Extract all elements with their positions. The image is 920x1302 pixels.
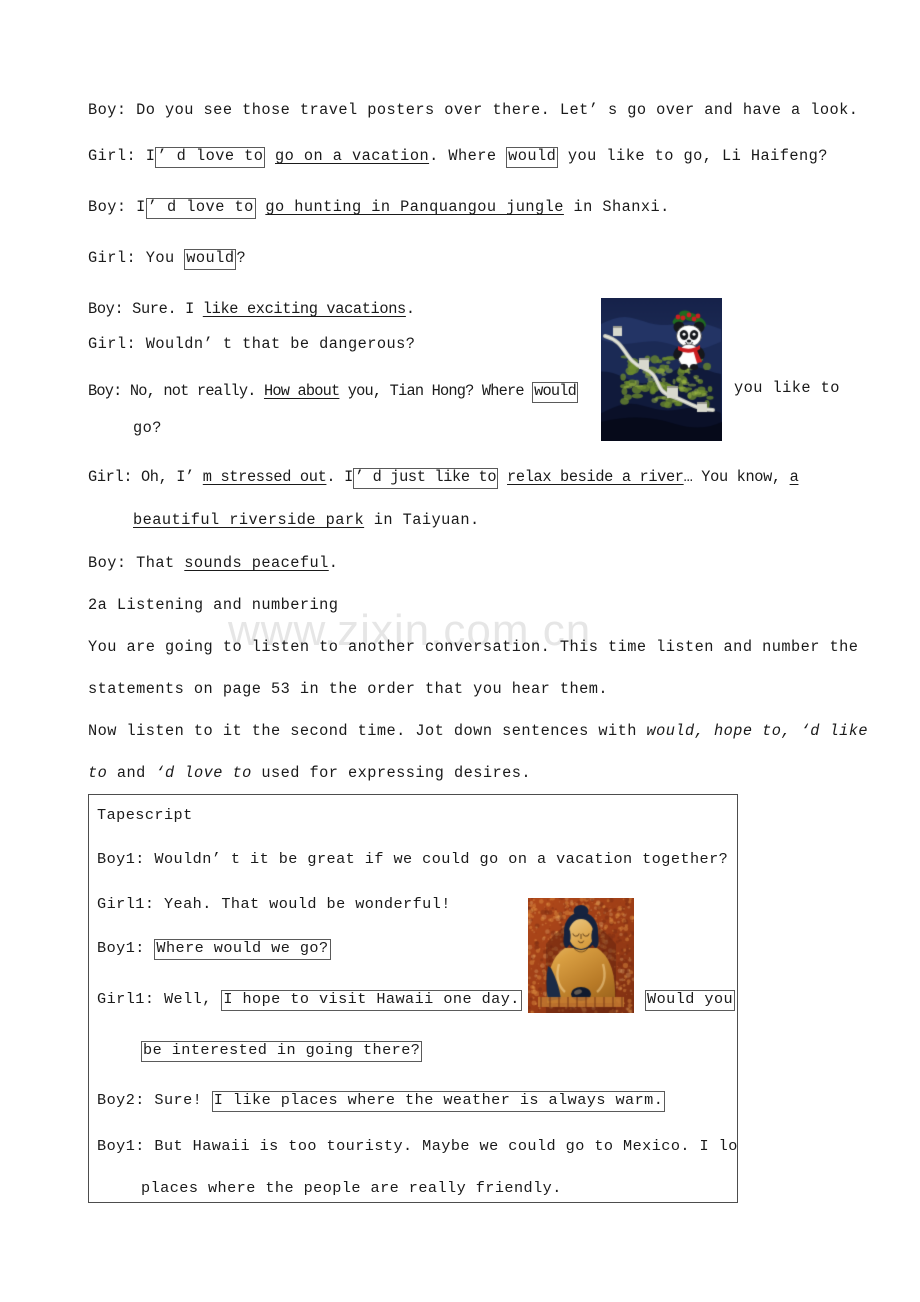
boxed-phrase-d-love-to: ’ d love to	[155, 147, 265, 168]
boxed-sentence-i-like-places-warm: I like places where the weather is alway…	[212, 1091, 666, 1112]
instructions-line-2-text: statements on page 53 in the order that …	[88, 680, 608, 698]
dialogue-line-8-prefix: Girl: Oh, I’	[88, 468, 203, 486]
boxed-phrase-would-you: Would you	[645, 990, 735, 1011]
tapescript-line-4-continuation: Would you	[645, 990, 735, 1011]
dialogue-line-2-suffix: you like to go, Li Haifeng?	[558, 147, 828, 165]
boxed-word-would-2: would	[184, 249, 236, 270]
boxed-phrase-be-interested-in-going-there: be interested in going there?	[141, 1041, 422, 1062]
dialogue-line-2-prefix: Girl: I	[88, 147, 155, 165]
dialogue-line-4-prefix: Girl: You	[88, 249, 184, 267]
section-heading-2a: 2a Listening and numbering	[88, 598, 338, 613]
dialogue-line-1: Boy: Do you see those travel posters ove…	[88, 103, 858, 118]
dialogue-line-7b-text: go?	[133, 419, 162, 437]
instructions-line-3-prefix: Now listen to it the second time. Jot do…	[88, 722, 647, 740]
tapescript-line-1-text: Boy1: Wouldn’ t it be great if we could …	[97, 850, 728, 868]
tapescript-title-text: Tapescript	[97, 806, 193, 824]
underlined-phrase-how-about: How about	[264, 382, 339, 400]
tapescript-line-7-text: Boy1: But Hawaii is too touristy. Maybe …	[97, 1137, 738, 1155]
dialogue-line-7-tail-text: you like to	[734, 379, 840, 397]
underlined-phrase-like-exciting-vacations: like exciting vacations	[203, 300, 406, 318]
instructions-line-4-post: used for expressing desires.	[252, 764, 531, 782]
tapescript-line-4: Girl1: Well, I hope to visit Hawaii one …	[97, 990, 522, 1011]
italic-phrase-d-love-to: ‘d love to	[155, 764, 251, 782]
underlined-phrase-go-hunting: go hunting in Panquangou jungle	[265, 198, 564, 216]
dialogue-line-1-text: Boy: Do you see those travel posters ove…	[88, 101, 858, 119]
instructions-line-3: Now listen to it the second time. Jot do…	[88, 724, 868, 739]
dialogue-line-4: Girl: You would?	[88, 249, 246, 270]
tapescript-title: Tapescript	[97, 808, 193, 823]
instructions-line-1: You are going to listen to another conve…	[88, 640, 858, 655]
dialogue-line-7-prefix: Boy: No, not really.	[88, 382, 264, 400]
underlined-phrase-m-stressed-out: m stressed out	[203, 468, 327, 486]
underlined-article-a: a	[790, 468, 799, 486]
dialogue-line-8b-suffix: in Taiyuan.	[364, 511, 480, 529]
dialogue-line-9-suffix: .	[329, 554, 339, 572]
italic-word-to: to	[88, 764, 107, 782]
dialogue-line-8: Girl: Oh, I’ m stressed out. I’ d just l…	[88, 468, 798, 489]
tapescript-line-3-prefix: Boy1:	[97, 939, 154, 957]
dialogue-line-6-text: Girl: Wouldn’ t that be dangerous?	[88, 335, 415, 353]
dialogue-line-9: Boy: That sounds peaceful.	[88, 556, 338, 571]
boxed-word-would: would	[506, 147, 558, 168]
tapescript-line-4-prefix: Girl1: Well,	[97, 990, 221, 1008]
tapescript-line-8-text: places where the people are really frien…	[141, 1179, 562, 1197]
dialogue-line-9-prefix: Boy: That	[88, 554, 184, 572]
instructions-line-2: statements on page 53 in the order that …	[88, 682, 608, 697]
boxed-sentence-where-would-we-go: Where would we go?	[154, 939, 330, 960]
underlined-phrase-relax-beside-a-river: relax beside a river	[507, 468, 684, 486]
dialogue-line-5: Boy: Sure. I like exciting vacations.	[88, 302, 415, 317]
underlined-phrase-go-on-a-vacation: go on a vacation	[275, 147, 429, 165]
dialogue-line-3: Boy: I’ d love to go hunting in Panquang…	[88, 198, 670, 219]
golden-buddha-statue-photo	[528, 898, 634, 1013]
dialogue-line-7-tail: you like to	[734, 381, 840, 396]
tapescript-line-6-prefix: Boy2: Sure!	[97, 1091, 212, 1109]
dialogue-line-2-mid: . Where	[429, 147, 506, 165]
boxed-word-would-3: would	[532, 382, 578, 403]
dialogue-line-7: Boy: No, not really. How about you, Tian…	[88, 382, 578, 403]
tapescript-line-2: Girl1: Yeah. That would be wonderful!	[97, 897, 451, 912]
tapescript-line-6: Boy2: Sure! I like places where the weat…	[97, 1091, 665, 1112]
underlined-phrase-beautiful-riverside-park: beautiful riverside park	[133, 511, 364, 529]
dialogue-line-7b: go?	[133, 421, 162, 436]
dialogue-line-3-prefix: Boy: I	[88, 198, 146, 216]
dialogue-line-7-mid: you, Tian Hong? Where	[339, 382, 532, 400]
tapescript-line-5: be interested in going there?	[141, 1041, 422, 1062]
instructions-line-4: to and ‘d love to used for expressing de…	[88, 766, 531, 781]
dialogue-line-8b: beautiful riverside park in Taiyuan.	[133, 513, 480, 528]
tapescript-line-7: Boy1: But Hawaii is too touristy. Maybe …	[97, 1139, 738, 1154]
dialogue-line-6: Girl: Wouldn’ t that be dangerous?	[88, 337, 415, 352]
underlined-phrase-sounds-peaceful: sounds peaceful	[184, 554, 328, 572]
tapescript-line-2-text: Girl1: Yeah. That would be wonderful!	[97, 895, 451, 913]
boxed-sentence-i-hope-to-visit-hawaii: I hope to visit Hawaii one day.	[221, 990, 521, 1011]
dialogue-line-5-suffix: .	[406, 300, 415, 318]
tapescript-line-1: Boy1: Wouldn’ t it be great if we could …	[97, 852, 728, 867]
dialogue-line-5-prefix: Boy: Sure. I	[88, 300, 203, 318]
italic-phrase-would-hope-to-d-like: would, hope to, ‘d like	[647, 722, 868, 740]
boxed-phrase-d-just-like-to: ’ d just like to	[353, 468, 498, 489]
boxed-phrase-d-love-to-2: ’ d love to	[146, 198, 256, 219]
instructions-line-1-text: You are going to listen to another conve…	[88, 638, 858, 656]
dialogue-line-8-ellipsis: … You know,	[684, 468, 790, 486]
document-page: www.zixin.com.cn Boy: Do you see those t…	[0, 0, 920, 1302]
great-wall-with-panda-photo	[601, 298, 722, 441]
tapescript-line-8: places where the people are really frien…	[141, 1181, 562, 1196]
dialogue-line-4-suffix: ?	[236, 249, 246, 267]
tapescript-line-3: Boy1: Where would we go?	[97, 939, 331, 960]
dialogue-line-2: Girl: I’ d love to go on a vacation. Whe…	[88, 147, 828, 168]
dialogue-line-3-suffix: in Shanxi.	[564, 198, 670, 216]
tapescript-box: Tapescript Boy1: Wouldn’ t it be great i…	[88, 794, 738, 1203]
dialogue-line-8-mid: . I	[326, 468, 353, 486]
section-heading-2a-text: 2a Listening and numbering	[88, 596, 338, 614]
instructions-line-4-mid: and	[107, 764, 155, 782]
